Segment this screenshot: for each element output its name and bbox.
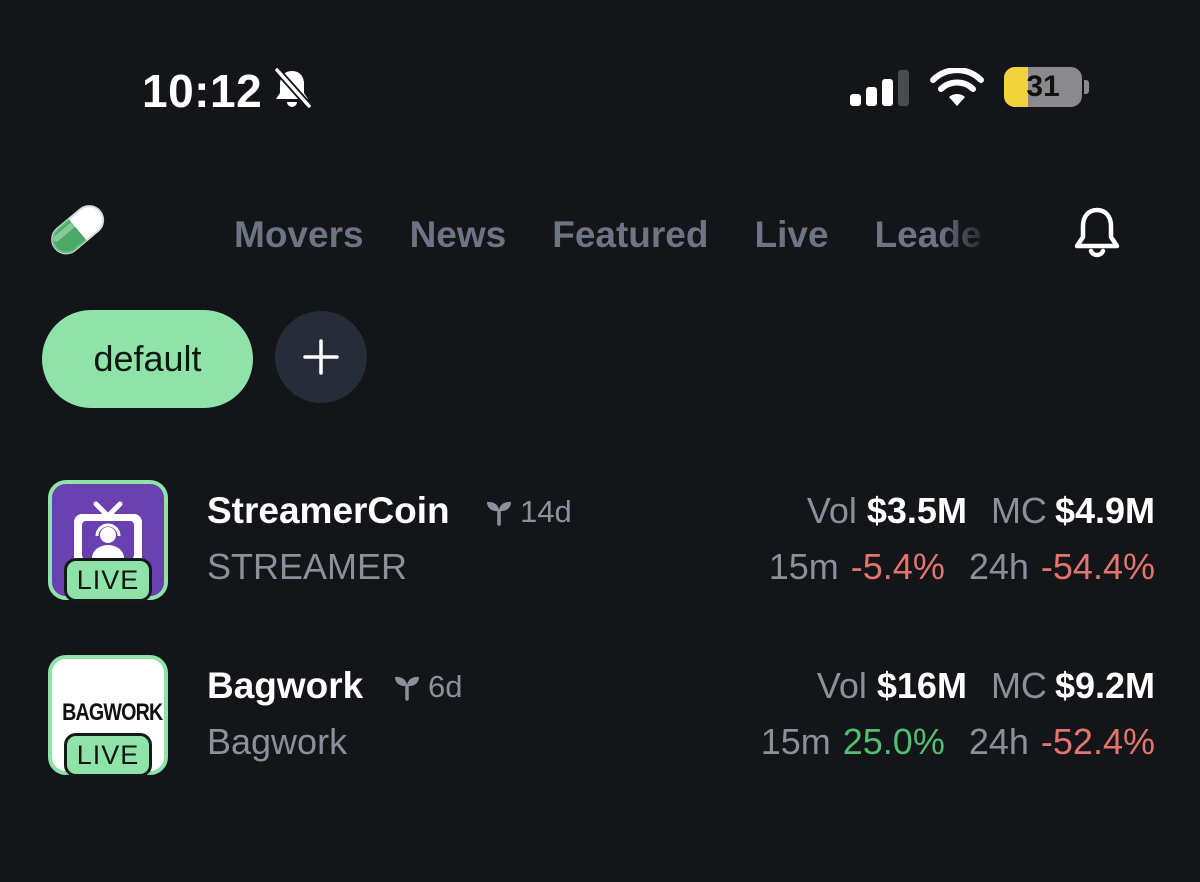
tab-news[interactable]: News	[410, 210, 507, 260]
vol-value: $16M	[876, 665, 967, 706]
coin-changes: 15m -5.4% 24h -54.4%	[769, 546, 1155, 588]
tab-live[interactable]: Live	[754, 210, 828, 260]
coin-row-bagwork[interactable]: BAGWORK LIVE Bagwork 6d Bagwork Vol $16M…	[0, 655, 1200, 785]
change-15m-value: 25.0%	[842, 721, 945, 762]
mc-value: $9.2M	[1054, 665, 1155, 706]
change-15m-value: -5.4%	[850, 546, 945, 587]
bagwork-logo-text: BAGWORK	[62, 699, 163, 726]
bagwork-logo: BAGWORK	[62, 699, 163, 727]
coin-symbol: STREAMER	[207, 546, 408, 587]
change-15m-label: 15m	[768, 546, 839, 587]
plus-icon	[303, 339, 339, 375]
coin-symbol: Bagwork	[207, 721, 348, 762]
live-badge: LIVE	[64, 733, 152, 777]
change-24h-value: -52.4%	[1040, 721, 1155, 762]
coin-row-streamercoin[interactable]: LIVE StreamerCoin 14d STREAMER Vol $3.5M…	[0, 480, 1200, 610]
battery-cap	[1084, 80, 1089, 94]
mc-value: $4.9M	[1054, 490, 1155, 531]
add-watchlist-button[interactable]	[275, 311, 367, 403]
change-24h-label: 24h	[968, 546, 1029, 587]
coin-name: StreamerCoin	[207, 490, 450, 531]
change-15m-label: 15m	[760, 721, 831, 762]
sprout-icon	[395, 676, 419, 701]
bell-slash-icon	[274, 67, 312, 109]
tab-movers[interactable]: Movers	[234, 210, 364, 260]
coin-age-text: 14d	[520, 494, 572, 529]
change-24h-label: 24h	[968, 721, 1029, 762]
nav-tabs: Movers News Featured Live Leade	[234, 210, 990, 260]
coin-name: Bagwork	[207, 665, 364, 706]
mc-label: MC	[990, 665, 1047, 706]
sprout-icon	[487, 501, 511, 526]
coin-age: 6d	[394, 669, 462, 705]
mc-label: MC	[990, 490, 1047, 531]
coin-age-text: 6d	[428, 669, 463, 704]
wifi-icon	[930, 68, 984, 106]
live-badge: LIVE	[64, 558, 152, 602]
nav-fade	[940, 206, 994, 262]
tab-featured[interactable]: Featured	[552, 210, 708, 260]
status-time: 10:12	[142, 65, 263, 117]
change-24h-value: -54.4%	[1040, 546, 1155, 587]
bell-icon[interactable]	[1068, 204, 1126, 262]
coin-volume-mc: Vol $3.5M MC $4.9M	[807, 490, 1155, 532]
battery-percent: 31	[1026, 70, 1060, 103]
coin-age: 14d	[486, 494, 572, 530]
battery-icon: 31	[1004, 67, 1082, 107]
vol-label: Vol	[816, 665, 867, 706]
watchlist-default-chip[interactable]: default	[42, 310, 253, 408]
pill-icon[interactable]	[42, 194, 112, 264]
vol-value: $3.5M	[866, 490, 967, 531]
cellular-signal-icon	[850, 70, 909, 106]
coin-changes: 15m 25.0% 24h -52.4%	[761, 721, 1155, 763]
vol-label: Vol	[806, 490, 857, 531]
coin-volume-mc: Vol $16M MC $9.2M	[817, 665, 1155, 707]
